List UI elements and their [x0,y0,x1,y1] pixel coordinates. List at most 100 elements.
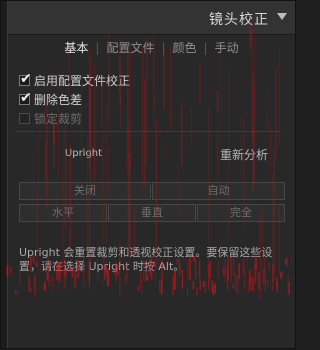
red-streak [208,264,210,287]
red-streak [178,258,180,276]
red-streak [227,172,230,237]
red-streak [87,136,89,250]
red-streak [134,210,136,259]
red-streak [38,112,40,187]
red-streak [166,145,167,157]
red-streak [209,261,211,279]
red-streak [35,262,38,267]
red-streak [187,287,188,295]
red-streak [108,32,110,124]
red-streak [105,106,107,244]
red-streak [216,90,219,114]
red-streak [242,259,245,274]
red-streak [6,265,9,280]
red-streak [202,280,205,288]
red-streak [159,126,161,136]
red-streak [43,281,46,290]
red-streak [56,264,59,273]
red-streak [58,107,59,179]
red-streak [232,283,234,288]
red-streak [126,49,129,164]
red-streak [51,70,53,85]
red-streak [93,63,96,177]
red-streak [170,45,172,129]
red-streak [249,269,251,284]
red-streak [157,253,159,269]
red-streak [148,259,151,277]
red-streak [238,266,240,273]
red-streak [58,286,59,292]
red-streak [267,279,269,287]
red-streak [190,106,192,149]
red-streak [88,47,90,169]
red-streak [214,282,216,289]
red-streak [34,274,36,295]
red-streak [253,86,256,185]
red-streak [280,272,283,279]
red-streak [51,283,54,290]
red-streak [53,261,55,269]
red-streak [30,256,32,269]
red-streak [178,164,180,217]
red-streak [262,205,264,272]
lens-correction-panel: 镜头校正 基本 | 配置文件 | 颜色 | 手动 ✔ 启用配置文件校正 ✔ 删除色差 锁定裁… [0,0,296,349]
red-streak [204,281,206,293]
red-streak [177,277,178,283]
red-streak [240,114,242,182]
red-streak [142,47,144,186]
red-streak [159,278,161,294]
red-streak [224,259,226,276]
red-streak [97,259,99,282]
red-streak [176,258,179,265]
red-streak [257,272,260,290]
red-streak [216,127,219,206]
red-streak [155,122,157,253]
red-streak [181,269,184,289]
red-streak [14,289,16,294]
red-streak [64,123,67,230]
red-streak [143,79,146,187]
red-streak [264,257,266,278]
red-streak [126,262,128,279]
red-streak [32,256,35,264]
red-streak [89,73,92,182]
red-streak [276,276,278,288]
red-streak [192,256,194,261]
red-streak [168,257,170,266]
red-streak [79,259,80,276]
red-streak [32,153,34,208]
red-streak [268,262,270,270]
red-streak [152,21,155,90]
red-streak [151,256,153,281]
red-streak [208,107,210,246]
red-streak [187,259,189,279]
red-streak [52,276,54,282]
red-scratch-artifact [6,21,292,299]
red-streak [251,30,253,136]
red-streak [65,269,67,278]
red-streak [230,257,232,282]
red-streak [290,256,292,262]
red-streak [69,144,72,248]
red-streak [193,256,196,262]
red-streak [83,263,85,287]
red-streak [89,260,91,268]
red-streak [57,70,59,131]
red-streak [259,218,262,299]
red-streak [272,264,274,284]
red-streak [220,46,222,142]
red-streak [287,275,290,295]
red-streak [113,267,115,275]
red-streak [248,270,251,293]
red-streak [196,287,198,296]
red-streak [67,46,69,97]
red-streak [278,206,280,274]
red-streak [172,275,174,296]
red-streak [207,88,209,95]
red-streak [285,259,287,264]
red-streak [228,69,230,173]
red-streak [154,96,156,108]
red-streak [155,260,156,285]
red-streak [278,49,281,146]
red-streak [212,286,214,296]
